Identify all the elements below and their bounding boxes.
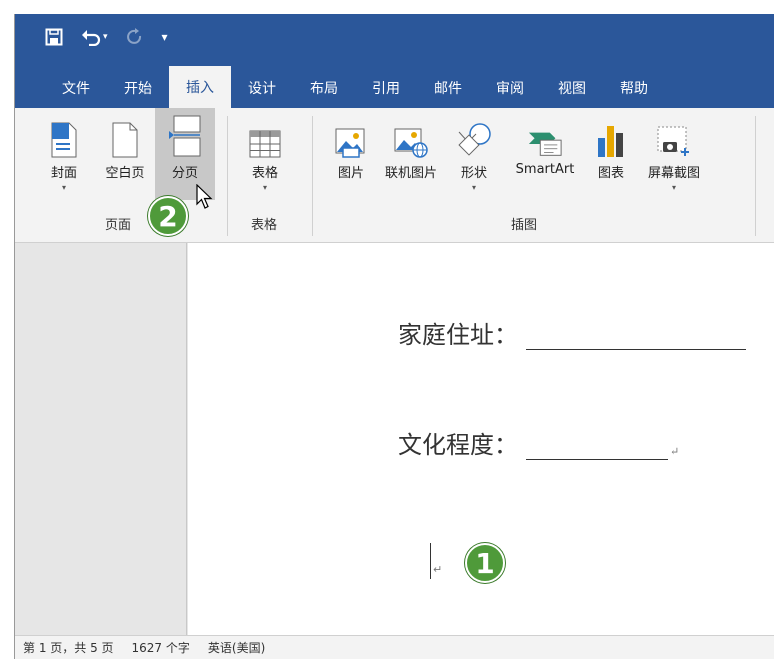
page-break-icon (167, 108, 203, 158)
chart-button[interactable]: 图表 (589, 108, 633, 181)
screenshot-button[interactable]: 屏幕截图 ▾ (635, 108, 713, 192)
tab-layout[interactable]: 布局 (293, 68, 355, 108)
screenshot-icon (656, 108, 692, 158)
smartart-button[interactable]: SmartArt (503, 108, 587, 177)
address-label: 家庭住址： (398, 321, 518, 349)
group-separator (227, 116, 228, 236)
tab-references[interactable]: 引用 (355, 68, 417, 108)
undo-dropdown-icon[interactable]: ▾ (103, 32, 108, 42)
cover-page-button[interactable]: 封面 ▾ (39, 108, 89, 192)
page-count-status[interactable]: 第 1 页，共 5 页 (23, 639, 114, 656)
word-count-status[interactable]: 1627 个字 (132, 639, 190, 656)
group-label-pages: 页面 (105, 218, 132, 233)
blank-page-icon (107, 108, 143, 158)
undo-icon[interactable]: ▾ (81, 28, 108, 46)
tab-home[interactable]: 开始 (107, 68, 169, 108)
step-badge-2: 2 (148, 196, 188, 236)
customize-qat-icon[interactable]: ▾ (162, 31, 168, 43)
education-underline (526, 432, 668, 460)
table-icon (247, 108, 283, 158)
mouse-pointer-icon (196, 183, 214, 214)
cover-dropdown-icon[interactable]: ▾ (62, 183, 66, 192)
status-bar: 第 1 页，共 5 页 1627 个字 英语(美国) (15, 635, 774, 659)
tab-help[interactable]: 帮助 (603, 68, 665, 108)
blank-page-button[interactable]: 空白页 (95, 108, 155, 181)
tab-insert[interactable]: 插入 (169, 66, 231, 108)
ribbon-insert: 封面 ▾ 空白页 分页 页面 2 表格 ▾ 表格 图片 联机图片 形状 ▾ Sm… (15, 108, 774, 243)
quick-access-toolbar: ▾ ▾ (15, 14, 774, 60)
picture-icon (333, 108, 369, 158)
shapes-icon (456, 108, 492, 158)
education-label: 文化程度： (398, 431, 518, 459)
shapes-button[interactable]: 形状 ▾ (449, 108, 499, 192)
tab-file[interactable]: 文件 (45, 68, 107, 108)
online-picture-icon (393, 108, 429, 158)
smartart-icon (527, 108, 563, 158)
tab-view[interactable]: 视图 (541, 68, 603, 108)
tab-mailings[interactable]: 邮件 (417, 68, 479, 108)
address-line: 家庭住址： (398, 315, 746, 350)
group-separator (755, 116, 756, 236)
word-window: ▾ ▾ 文件 开始 插入 设计 布局 引用 邮件 审阅 视图 帮助 封面 ▾ 空… (14, 14, 774, 659)
ribbon-tabs: 文件 开始 插入 设计 布局 引用 邮件 审阅 视图 帮助 (15, 60, 774, 108)
save-icon[interactable] (45, 28, 63, 46)
group-label-illustrations: 插图 (511, 218, 538, 233)
step-badge-1: 1 (465, 543, 505, 583)
document-left-margin (15, 243, 187, 635)
table-dropdown-icon[interactable]: ▾ (263, 183, 267, 192)
tab-review[interactable]: 审阅 (479, 68, 541, 108)
paragraph-mark: ↵ (433, 563, 443, 576)
pictures-button[interactable]: 图片 (329, 108, 373, 181)
document-page[interactable]: 家庭住址： 文化程度： ↵ ↵ 1 (188, 243, 774, 635)
chart-icon (593, 108, 629, 158)
group-separator (312, 116, 313, 236)
text-cursor (430, 543, 431, 579)
online-pictures-button[interactable]: 联机图片 (375, 108, 447, 181)
paragraph-mark: ↵ (670, 445, 680, 458)
cover-page-icon (46, 108, 82, 158)
table-button[interactable]: 表格 ▾ (240, 108, 290, 192)
group-label-tables: 表格 (251, 218, 278, 233)
redo-icon[interactable] (126, 28, 144, 46)
address-underline (526, 322, 746, 350)
education-line: 文化程度： ↵ (398, 425, 679, 460)
tab-design[interactable]: 设计 (231, 68, 293, 108)
language-status[interactable]: 英语(美国) (208, 639, 265, 656)
shapes-dropdown-icon[interactable]: ▾ (472, 183, 476, 192)
screenshot-dropdown-icon[interactable]: ▾ (672, 183, 676, 192)
